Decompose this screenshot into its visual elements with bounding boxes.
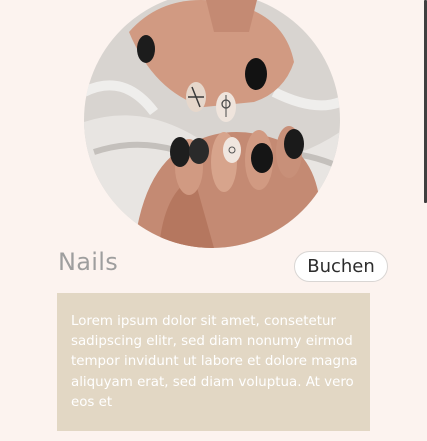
book-button[interactable]: Buchen bbox=[294, 251, 388, 282]
nails-photo bbox=[84, 0, 340, 248]
service-title: Nails bbox=[58, 248, 118, 276]
description-box: Lorem ipsum dolor sit amet, consetetur s… bbox=[57, 293, 370, 431]
description-text: Lorem ipsum dolor sit amet, consetetur s… bbox=[71, 314, 358, 410]
